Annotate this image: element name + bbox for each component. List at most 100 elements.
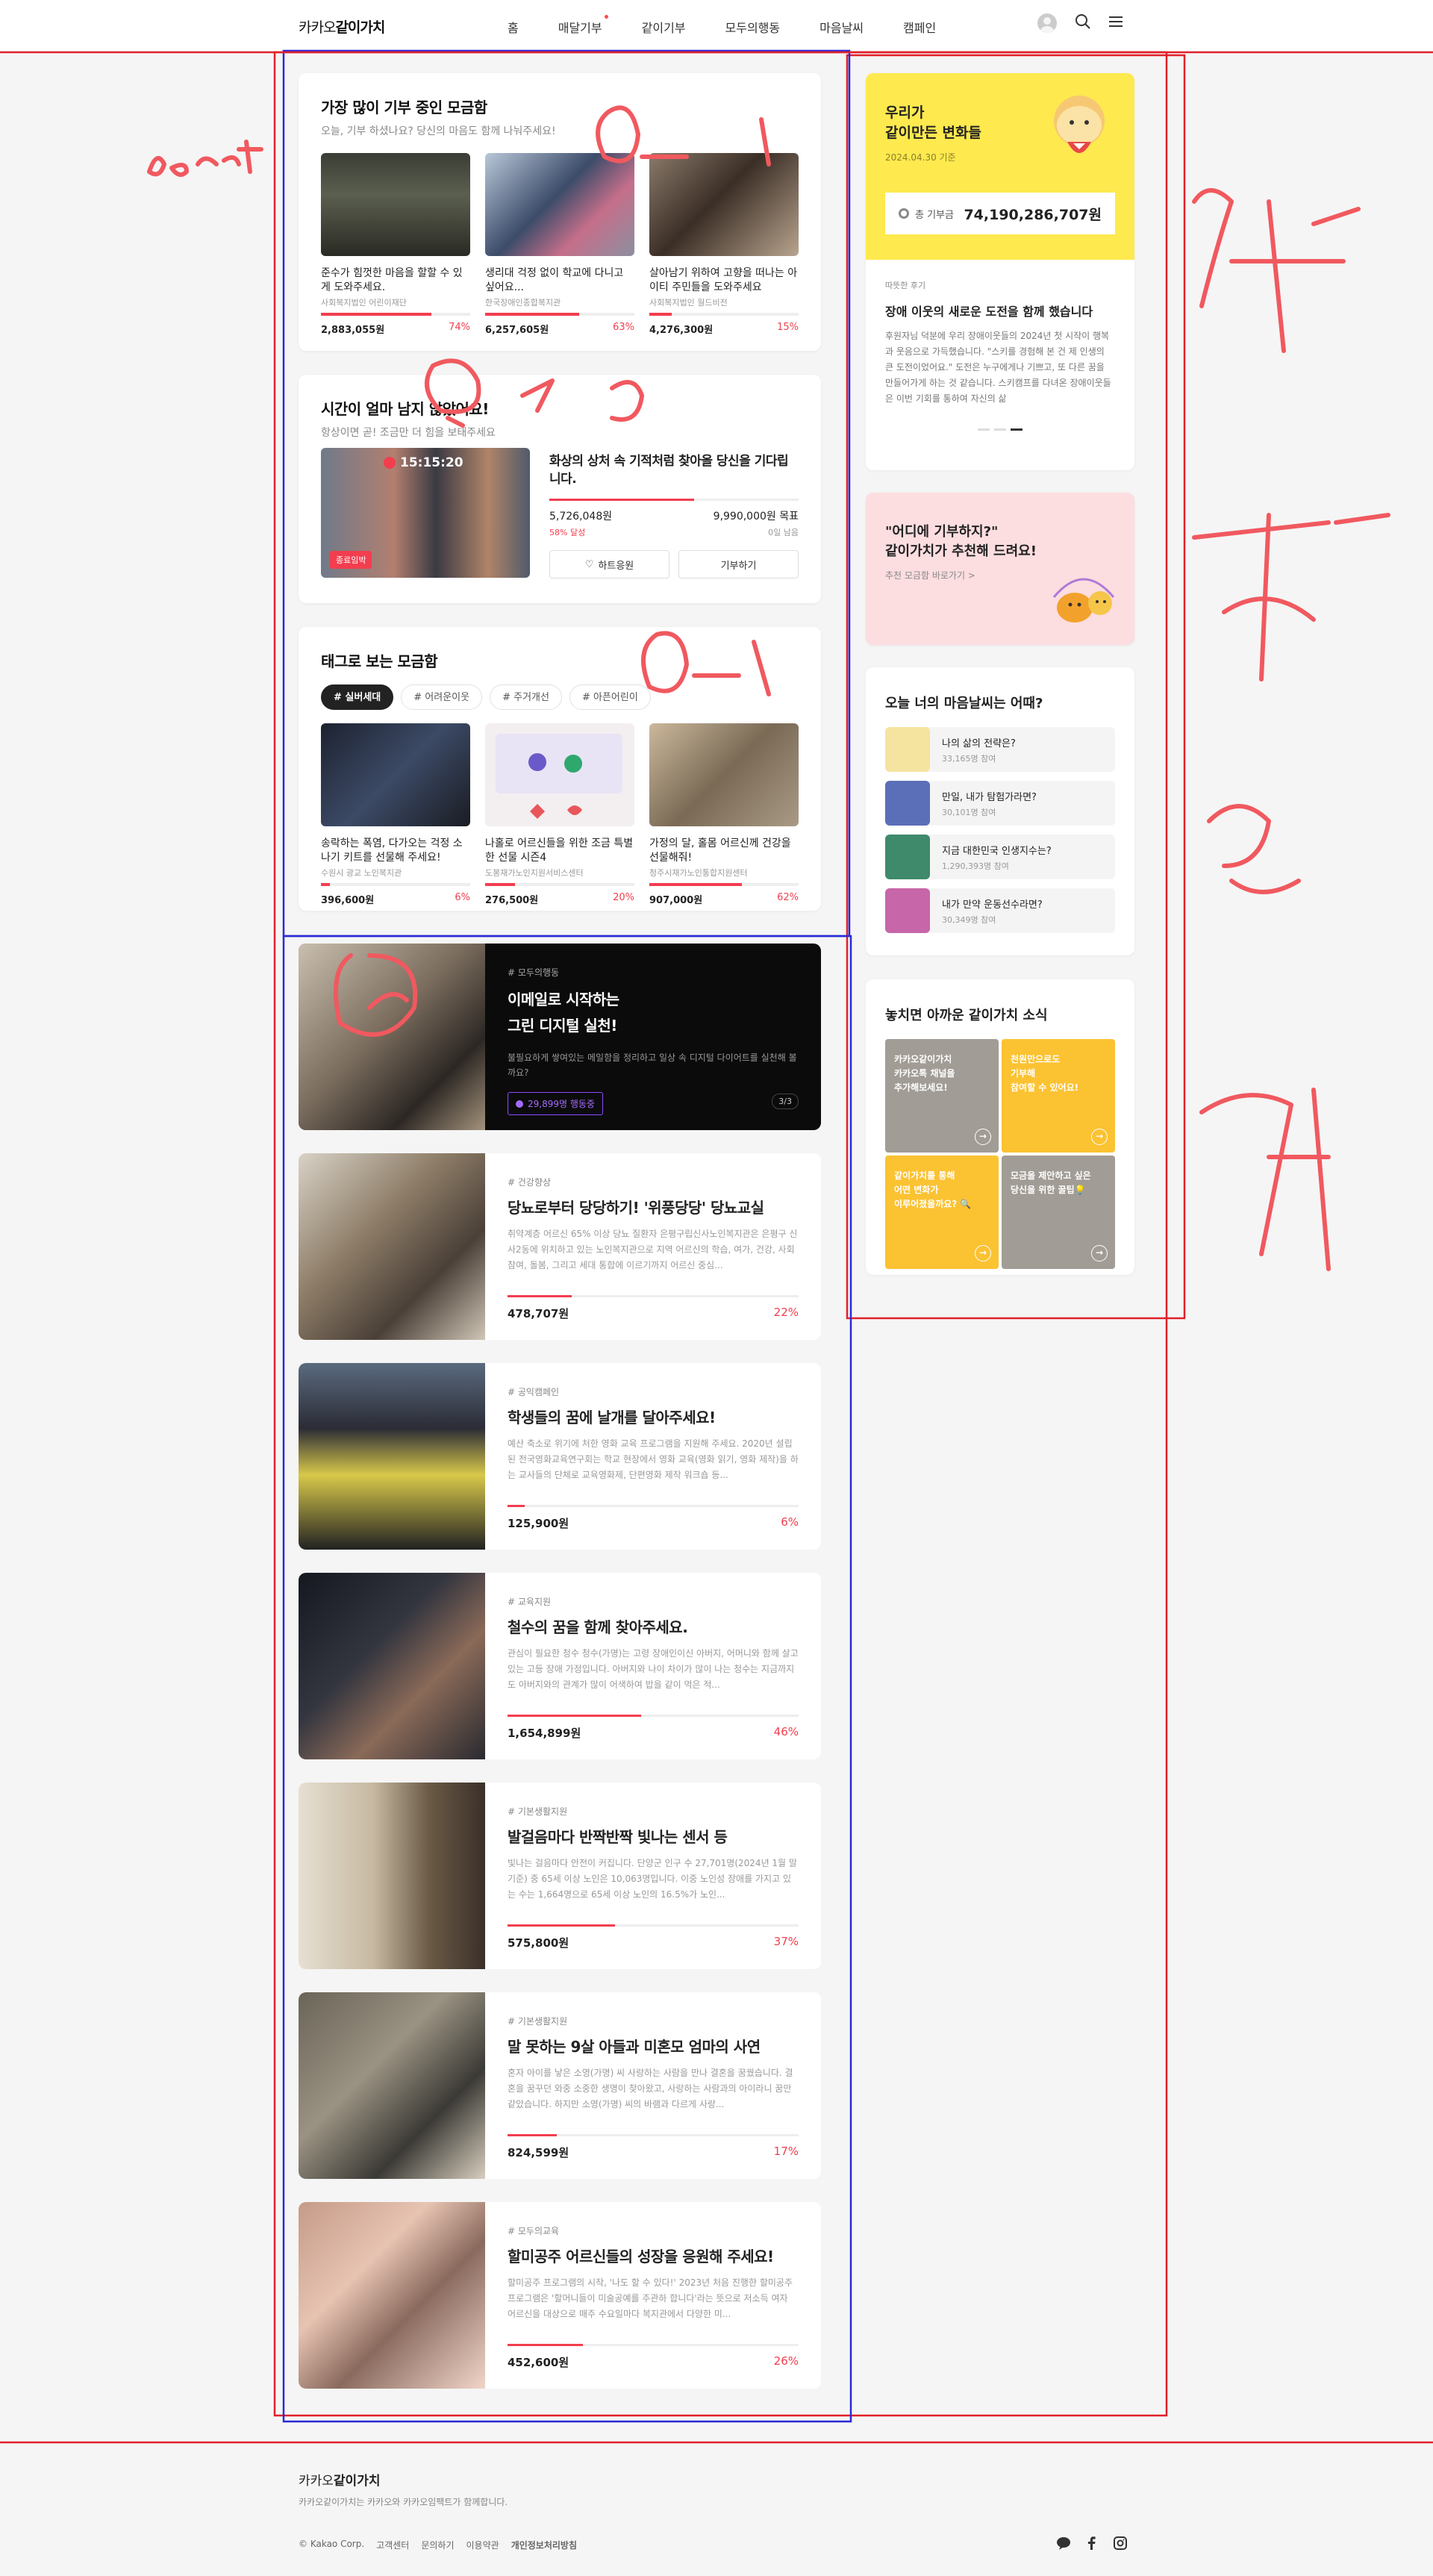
- tag-item-pct: 62%: [777, 892, 799, 903]
- site-logo[interactable]: 카카오같이가치: [299, 16, 385, 37]
- footer-link-contact[interactable]: 문의하기: [421, 2539, 454, 2551]
- arrow-right-icon: →: [975, 1245, 991, 1262]
- weather-item[interactable]: 지금 대한민국 인생지수는? 1,290,393명 참여: [885, 835, 1115, 879]
- tag-chip-neighbor[interactable]: # 어려운이웃: [401, 684, 483, 710]
- tag-chip-housing[interactable]: # 주거개선: [490, 684, 562, 710]
- featured-count-badge: 29,899명 행동중: [508, 1092, 603, 1115]
- footer: 카카오같이가치 카카오같이가치는 카카오와 카카오임팩트가 함께합니다. © K…: [0, 2442, 1433, 2576]
- tag-chips: # 실버세대 # 어려운이웃 # 주거개선 # 아픈어린이: [321, 684, 799, 710]
- tag-card-2[interactable]: 나홀로 어르신들을 위한 조금 특별한 선물 시즌4 도봉재가노인지원서비스센터…: [485, 723, 634, 906]
- list-card[interactable]: # 교육지원 철수의 꿈을 함께 찾아주세요. 관심이 필요한 청수 청수(가명)는…: [299, 1573, 821, 1759]
- weather-item[interactable]: 내가 만약 운동선수라면? 30,349명 참여: [885, 888, 1115, 933]
- list-card[interactable]: # 공익캠페인 학생들의 꿈에 날개를 달아주세요! 예산 축소로 위기에 처한 영…: [299, 1363, 821, 1550]
- list-image: [299, 1153, 485, 1340]
- tile-line: 카카오같이가치: [894, 1054, 952, 1064]
- popular-progress: [485, 313, 634, 316]
- weather-thumb-icon: [885, 888, 930, 933]
- list-category: # 모두의교육: [508, 2226, 560, 2236]
- weather-list: 나의 삶의 전략은? 33,165명 참여 만일, 내가 탐험가라면? 30,101…: [885, 727, 1115, 933]
- coin-icon: [899, 208, 909, 219]
- list-category: # 기본생활지원: [508, 1806, 568, 1817]
- review-pager[interactable]: [885, 428, 1115, 431]
- footer-link-terms[interactable]: 이용약관: [466, 2539, 499, 2551]
- nav-weather[interactable]: 마음날씨: [819, 18, 864, 36]
- donate-button[interactable]: 기부하기: [678, 550, 799, 578]
- search-icon[interactable]: [1075, 13, 1091, 33]
- footer-logo-a: 카카오: [299, 2474, 334, 2489]
- tile-line: 당신을 위한 꿀팁💡: [1011, 1185, 1086, 1195]
- featured-card[interactable]: # 모두의행동 이메일로 시작하는 그린 디지털 실천! 불필요하게 쌓여있는 …: [299, 944, 821, 1130]
- popular-card-1[interactable]: 준수가 힘껏한 마음을 할할 수 있게 도와주세요. 사회복지법인 어린이재단 …: [321, 153, 470, 336]
- tag-item-title: 가정의 달, 홀몸 어르신께 건강을 선물해줘!: [649, 838, 791, 864]
- nav-monthly[interactable]: 매달기부: [558, 15, 608, 36]
- weather-thumb-icon: [885, 835, 930, 879]
- weather-count: 30,101명 참여: [942, 807, 996, 817]
- tag-chip-sick-kids[interactable]: # 아픈어린이: [569, 684, 651, 710]
- review-section[interactable]: 따뜻한 후기 장애 이웃의 새로운 도전을 함께 했습니다 후원자님 덕분에 우…: [866, 260, 1134, 450]
- tile-line: 어떤 변화가: [894, 1185, 939, 1195]
- news-tile-tips[interactable]: 모금을 제안하고 싶은 당신을 위한 꿀팁💡 →: [1002, 1156, 1115, 1269]
- menu-icon[interactable]: [1109, 16, 1124, 31]
- kakaotalk-icon[interactable]: [1056, 2536, 1071, 2554]
- ending-soon-badge: 종료임박: [330, 551, 372, 569]
- weather-item[interactable]: 만일, 내가 탐험가라면? 30,101명 참여: [885, 781, 1115, 826]
- list-category: # 건강향상: [508, 1177, 552, 1188]
- raised-amount: 5,726,048원: [549, 511, 613, 523]
- list-image: [299, 1573, 485, 1759]
- popular-image-3: [649, 153, 799, 256]
- instagram-icon[interactable]: [1113, 2536, 1128, 2554]
- tile-line: 천원만으로도: [1011, 1054, 1061, 1064]
- list-pct: 26%: [773, 2354, 799, 2368]
- weather-count: 30,349명 참여: [942, 914, 996, 925]
- footer-link-help[interactable]: 고객센터: [376, 2539, 409, 2551]
- profile-avatar-icon[interactable]: [1037, 13, 1057, 33]
- list-category: # 기본생활지원: [508, 2016, 568, 2027]
- weather-thumb-icon: [885, 727, 930, 772]
- list-title: 당뇨로부터 당당하기! '위풍당당' 당뇨교실: [508, 1199, 764, 1217]
- list-pct: 6%: [781, 1515, 799, 1529]
- list-card[interactable]: # 기본생활지원 발걸음마다 반짝반짝 빛나는 센서 등 빛나는 걸음마다 안전이 …: [299, 1783, 821, 1969]
- list-pct: 17%: [773, 2145, 799, 2158]
- list-card[interactable]: # 모두의교육 할미공주 어르신들의 성장을 응원해 주세요! 할미공주 프로그램의…: [299, 2202, 821, 2389]
- arrow-right-icon: →: [975, 1129, 991, 1145]
- news-tile-thousand[interactable]: 천원만으로도 기부해 참여할 수 있어요! →: [1002, 1039, 1115, 1153]
- weather-title: 오늘 너의 마음날씨는 어때?: [885, 696, 1043, 711]
- list-category: # 교육지원: [508, 1597, 552, 1607]
- list-desc: 혼자 아이를 낳은 소영(가명) 씨 사랑하는 사람을 만나 결혼을 꿈꿨습니다…: [508, 2068, 793, 2109]
- tag-image-2: [485, 723, 634, 826]
- popular-item-title: 준수가 힘껏한 마음을 할할 수 있게 도와주세요.: [321, 267, 463, 293]
- tag-card-3[interactable]: 가정의 달, 홀몸 어르신께 건강을 선물해줘! 청주시재가노인통합지원센터 9…: [649, 723, 799, 906]
- nav-action[interactable]: 모두의행동: [725, 18, 781, 36]
- footer-logo: 카카오같이가치: [299, 2470, 380, 2489]
- tag-item-amount: 276,500원: [485, 895, 539, 906]
- nav-home[interactable]: 홈: [508, 18, 519, 36]
- tag-item-org: 수원시 광교 노인복지관: [321, 868, 402, 878]
- tile-line: 모금을 제안하고 싶은: [1011, 1170, 1091, 1181]
- tile-line: 추가해보세요!: [894, 1082, 948, 1093]
- footer-link-privacy[interactable]: 개인정보처리방침: [511, 2539, 577, 2551]
- weather-item[interactable]: 나의 삶의 전략은? 33,165명 참여: [885, 727, 1115, 772]
- list-pct: 37%: [773, 1935, 799, 1948]
- featured-pager[interactable]: 3/3: [772, 1094, 799, 1109]
- list-card[interactable]: # 건강향상 당뇨로부터 당당하기! '위풍당당' 당뇨교실 취약계층 어르신 65…: [299, 1153, 821, 1340]
- popular-card-3[interactable]: 살아남기 위하여 고향을 떠나는 아이티 주민들을 도와주세요 사회복지법인 월…: [649, 153, 799, 336]
- recommend-banner[interactable]: "어디에 기부하지?" 같이가치가 추천해 드려요! 추천 모금함 바로가기 >: [866, 493, 1134, 645]
- tile-line: 기부해: [1011, 1068, 1036, 1079]
- popular-card-2[interactable]: 생리대 걱정 없이 학교에 다니고 싶어요... 한국장애인종합복지관 6,25…: [485, 153, 634, 336]
- tag-chip-silver[interactable]: # 실버세대: [321, 684, 394, 710]
- tag-card-1[interactable]: 송락하는 폭염, 다가오는 걱정 소나기 키트를 선물해 주세요! 수원시 광교…: [321, 723, 470, 906]
- news-tile-channel[interactable]: 카카오같이가치 카카오톡 채널을 추가해보세요! →: [885, 1039, 999, 1153]
- nav-together[interactable]: 같이기부: [642, 18, 686, 36]
- list-desc: 빛나는 걸음마다 안전이 커집니다. 단양군 인구 수 27,701명(2024…: [508, 1858, 797, 1900]
- timer-text: 15:15:20: [400, 455, 463, 470]
- annot-scribble-right-4: [1199, 1088, 1331, 1271]
- logo-text-a: 카카오: [299, 19, 336, 36]
- cheer-button[interactable]: ♡ 하트응원: [549, 550, 669, 578]
- nav-campaign[interactable]: 캠페인: [903, 18, 936, 36]
- countdown-timer: 15:15:20: [384, 455, 463, 470]
- facebook-icon[interactable]: [1084, 2536, 1099, 2554]
- review-label: 따뜻한 후기: [885, 281, 926, 290]
- news-tile-changes[interactable]: 같이가치를 통해 어떤 변화가 이루어졌을까요? 🔍 →: [885, 1156, 999, 1269]
- list-card[interactable]: # 기본생활지원 말 못하는 9살 아들과 미혼모 엄마의 사연 혼자 아이를 낳은…: [299, 1992, 821, 2179]
- timeleft-image[interactable]: 15:15:20 종료임박: [321, 448, 530, 578]
